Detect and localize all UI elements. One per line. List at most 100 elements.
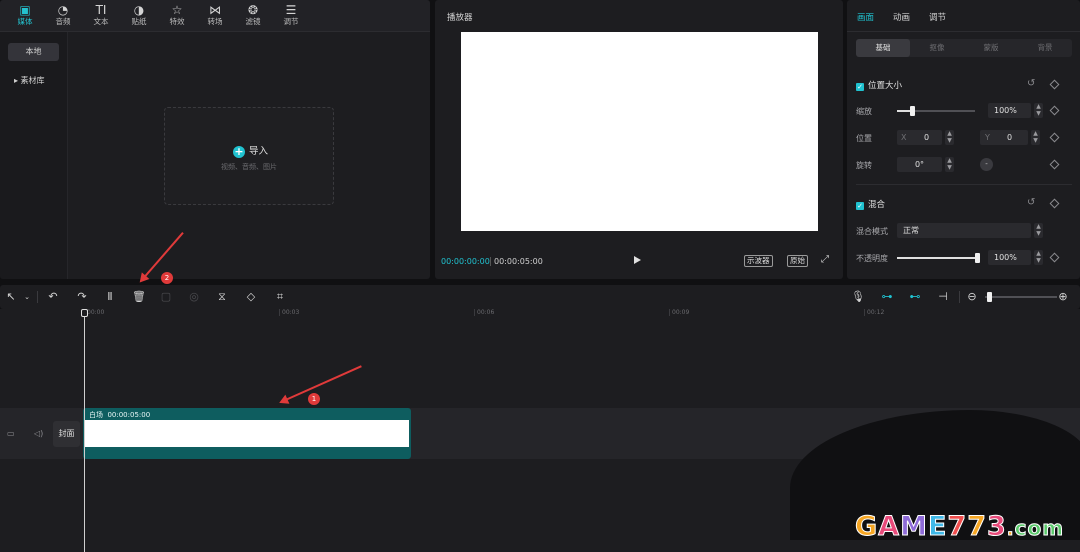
- scope-button[interactable]: 示波器: [744, 255, 773, 267]
- x-stepper[interactable]: ▲ ▼: [945, 130, 954, 145]
- ruler-tick: 00:03: [279, 309, 299, 316]
- zoom-out-icon[interactable]: ⊖: [966, 289, 978, 305]
- text-icon: TI: [95, 3, 107, 17]
- microphone-icon[interactable]: 🎙: [851, 289, 865, 305]
- keyframe-icon[interactable]: [1049, 198, 1060, 209]
- keyframe-icon[interactable]: [1049, 132, 1060, 143]
- keyframe-icon[interactable]: [1049, 252, 1060, 263]
- import-dropzone[interactable]: + 导入 视频、音频、图片: [164, 107, 334, 205]
- filter-icon: ❂: [247, 3, 259, 17]
- reset-icon[interactable]: ↺: [1027, 79, 1035, 89]
- audio-icon: ◔: [57, 3, 69, 17]
- toolbar-divider: [37, 291, 38, 303]
- split-icon[interactable]: Ⅱ: [103, 289, 117, 305]
- link-main-track-icon[interactable]: ⊶: [878, 289, 896, 305]
- chevron-down-icon[interactable]: ⌄: [22, 289, 32, 305]
- crop-icon[interactable]: ⌗: [273, 289, 287, 305]
- ratio-button[interactable]: 原始: [787, 255, 808, 267]
- tab-animation[interactable]: 动画: [893, 11, 910, 23]
- tab-filter[interactable]: ❂ 滤镜: [234, 3, 272, 31]
- adjust-icon: ☰: [285, 3, 297, 17]
- tab-adjust-inspector[interactable]: 调节: [929, 11, 946, 23]
- undo-icon[interactable]: ↶: [46, 289, 60, 305]
- tab-transition[interactable]: ⋈ 转场: [196, 3, 234, 31]
- position-size-header[interactable]: ✓ 位置大小: [856, 79, 902, 91]
- tab-label: 滤镜: [245, 17, 261, 26]
- media-sidebar: 本地 ▸ 素材库: [0, 32, 68, 279]
- play-icon[interactable]: [634, 256, 641, 264]
- track-mute-icon[interactable]: ◁): [34, 429, 43, 438]
- section-title: 混合: [868, 200, 886, 210]
- tab-label: 贴纸: [131, 17, 147, 26]
- rotation-stepper[interactable]: ▲ ▼: [945, 157, 954, 172]
- auto-snap-icon[interactable]: ⊣: [935, 289, 951, 305]
- playhead-handle[interactable]: [81, 309, 88, 317]
- ruler-tick: 00:12: [864, 309, 884, 316]
- subtab-keying[interactable]: 抠像: [910, 39, 964, 57]
- zoom-slider-knob[interactable]: [987, 292, 992, 302]
- subtab-basic[interactable]: 基础: [856, 39, 910, 57]
- x-value: 0: [924, 133, 930, 142]
- preview-axis-icon[interactable]: ⊷: [906, 289, 924, 305]
- fullscreen-icon[interactable]: ⤢: [821, 255, 831, 265]
- sidebar-item-local[interactable]: 本地: [8, 43, 59, 61]
- tab-audio[interactable]: ◔ 音频: [44, 3, 82, 31]
- tab-text[interactable]: TI 文本: [82, 3, 120, 31]
- keyframe-icon[interactable]: [1049, 79, 1060, 90]
- zoom-slider[interactable]: [985, 292, 1057, 302]
- scale-field[interactable]: 100%: [988, 103, 1031, 118]
- opacity-slider-knob[interactable]: [975, 253, 980, 263]
- delete-icon[interactable]: 🗑: [132, 289, 146, 305]
- clip-duration: 00:00:05:00: [107, 411, 151, 419]
- tab-label: 特效: [169, 17, 185, 26]
- zoom-in-icon[interactable]: ⊕: [1057, 289, 1069, 305]
- keyframe-icon[interactable]: [1049, 105, 1060, 116]
- scale-slider-knob[interactable]: [910, 106, 915, 116]
- ruler-tick: 00:06: [474, 309, 494, 316]
- checkbox-icon[interactable]: ✓: [856, 202, 864, 210]
- opacity-stepper[interactable]: ▲ ▼: [1034, 250, 1043, 265]
- scale-slider[interactable]: [897, 106, 975, 116]
- blend-mode-select[interactable]: 正常: [897, 223, 1031, 238]
- tab-adjust[interactable]: ☰ 调节: [272, 3, 310, 31]
- clip-header: 白场 00:00:05:00: [85, 410, 409, 420]
- subtab-mask[interactable]: 蒙版: [964, 39, 1018, 57]
- tab-media[interactable]: ▣ 媒体: [6, 3, 44, 31]
- x-field[interactable]: X0: [897, 130, 942, 145]
- track-video-icon[interactable]: ▭: [7, 429, 15, 438]
- opacity-slider[interactable]: [897, 253, 980, 263]
- timecode-divider: [490, 257, 491, 266]
- tab-effects[interactable]: ☆ 特效: [158, 3, 196, 31]
- sidebar-item-library[interactable]: ▸ 素材库: [8, 72, 59, 90]
- player-title: 播放器: [447, 13, 473, 23]
- rotation-field[interactable]: 0°: [897, 157, 942, 172]
- pointer-icon[interactable]: ↖: [5, 289, 17, 305]
- playhead[interactable]: [84, 312, 85, 552]
- x-axis-label: X: [901, 133, 907, 142]
- toolbar-divider: [959, 291, 960, 303]
- reset-icon[interactable]: ↺: [1027, 198, 1035, 208]
- subtab-background[interactable]: 背景: [1018, 39, 1072, 57]
- tab-label: 调节: [283, 17, 299, 26]
- blend-header[interactable]: ✓ 混合: [856, 198, 885, 210]
- redo-icon[interactable]: ↷: [75, 289, 89, 305]
- keyframe-icon[interactable]: [1049, 159, 1060, 170]
- cover-button[interactable]: 封面: [53, 421, 80, 447]
- preview-canvas[interactable]: [461, 32, 818, 231]
- blend-mode-stepper[interactable]: ▲ ▼: [1034, 223, 1043, 238]
- tab-picture[interactable]: 画面: [857, 11, 874, 23]
- y-field[interactable]: Y0: [980, 130, 1028, 145]
- white-clip[interactable]: 白场 00:00:05:00: [83, 408, 411, 459]
- checkbox-icon[interactable]: ✓: [856, 83, 864, 91]
- tab-sticker[interactable]: ◑ 贴纸: [120, 3, 158, 31]
- time-ruler[interactable]: 00:00 00:03 00:06 00:09 00:12: [0, 309, 1080, 318]
- mirror-icon[interactable]: ⧖: [215, 289, 229, 305]
- rotation-label: 旋转: [856, 161, 872, 170]
- rotation-dial-icon[interactable]: -: [980, 158, 993, 171]
- y-stepper[interactable]: ▲ ▼: [1031, 130, 1040, 145]
- scale-stepper[interactable]: ▲ ▼: [1034, 103, 1043, 118]
- tab-label: 音频: [55, 17, 71, 26]
- annotation-badge-2: 2: [161, 272, 173, 284]
- rotate-icon[interactable]: ◇: [244, 289, 258, 305]
- opacity-field[interactable]: 100%: [988, 250, 1031, 265]
